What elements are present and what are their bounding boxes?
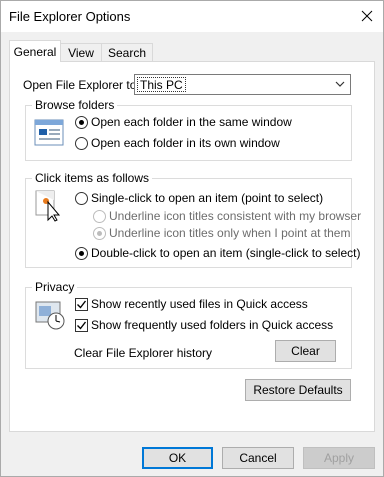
radio-underline-consistent[interactable] xyxy=(93,210,106,223)
window-title: File Explorer Options xyxy=(9,9,131,24)
tab-search[interactable]: Search xyxy=(101,43,153,62)
chevron-down-icon xyxy=(335,81,345,87)
restore-defaults-button[interactable]: Restore Defaults xyxy=(245,379,351,401)
click-items-title: Click items as follows xyxy=(32,171,153,185)
checkbox-frequent-folders[interactable] xyxy=(75,319,88,332)
ok-button[interactable]: OK xyxy=(142,447,213,469)
privacy-clock-icon xyxy=(35,301,65,330)
title-bar: File Explorer Options xyxy=(1,1,383,32)
radio-single-click[interactable] xyxy=(75,192,88,205)
open-to-dropdown[interactable]: This PC xyxy=(134,74,351,95)
own-window-label: Open each folder in its own window xyxy=(91,136,280,150)
browse-folders-group: Browse folders xyxy=(25,98,352,161)
same-window-label: Open each folder in the same window xyxy=(91,115,292,129)
click-pointer-icon xyxy=(35,190,61,222)
browse-folders-title: Browse folders xyxy=(32,98,118,112)
tab-general[interactable]: General xyxy=(9,40,61,62)
tab-view[interactable]: View xyxy=(60,43,102,62)
file-explorer-options-dialog: File Explorer Options General View Searc… xyxy=(0,0,384,477)
privacy-title: Privacy xyxy=(32,280,78,294)
radio-own-window[interactable] xyxy=(75,137,88,150)
radio-same-window[interactable] xyxy=(75,116,88,129)
radio-double-click[interactable] xyxy=(75,247,88,260)
recent-files-label: Show recently used files in Quick access xyxy=(91,297,308,311)
double-click-label: Double-click to open an item (single-cli… xyxy=(91,246,361,260)
underline-consistent-label: Underline icon titles consistent with my… xyxy=(109,209,362,223)
radio-underline-point[interactable] xyxy=(93,227,106,240)
frequent-folders-label: Show frequently used folders in Quick ac… xyxy=(91,318,334,332)
underline-point-label: Underline icon titles only when I point … xyxy=(109,226,351,240)
close-icon[interactable] xyxy=(353,3,381,30)
clear-history-label: Clear File Explorer history xyxy=(74,346,213,360)
cancel-button[interactable]: Cancel xyxy=(222,447,294,469)
open-to-value: This PC xyxy=(137,77,186,92)
checkbox-recent-files[interactable] xyxy=(75,298,88,311)
folder-window-icon xyxy=(34,119,64,146)
checkmark-icon xyxy=(77,300,87,309)
open-to-label: Open File Explorer to: xyxy=(23,78,140,92)
apply-button[interactable]: Apply xyxy=(303,447,375,469)
checkmark-icon xyxy=(77,321,87,330)
clear-button[interactable]: Clear xyxy=(275,340,336,362)
single-click-label: Single-click to open an item (point to s… xyxy=(91,191,324,205)
